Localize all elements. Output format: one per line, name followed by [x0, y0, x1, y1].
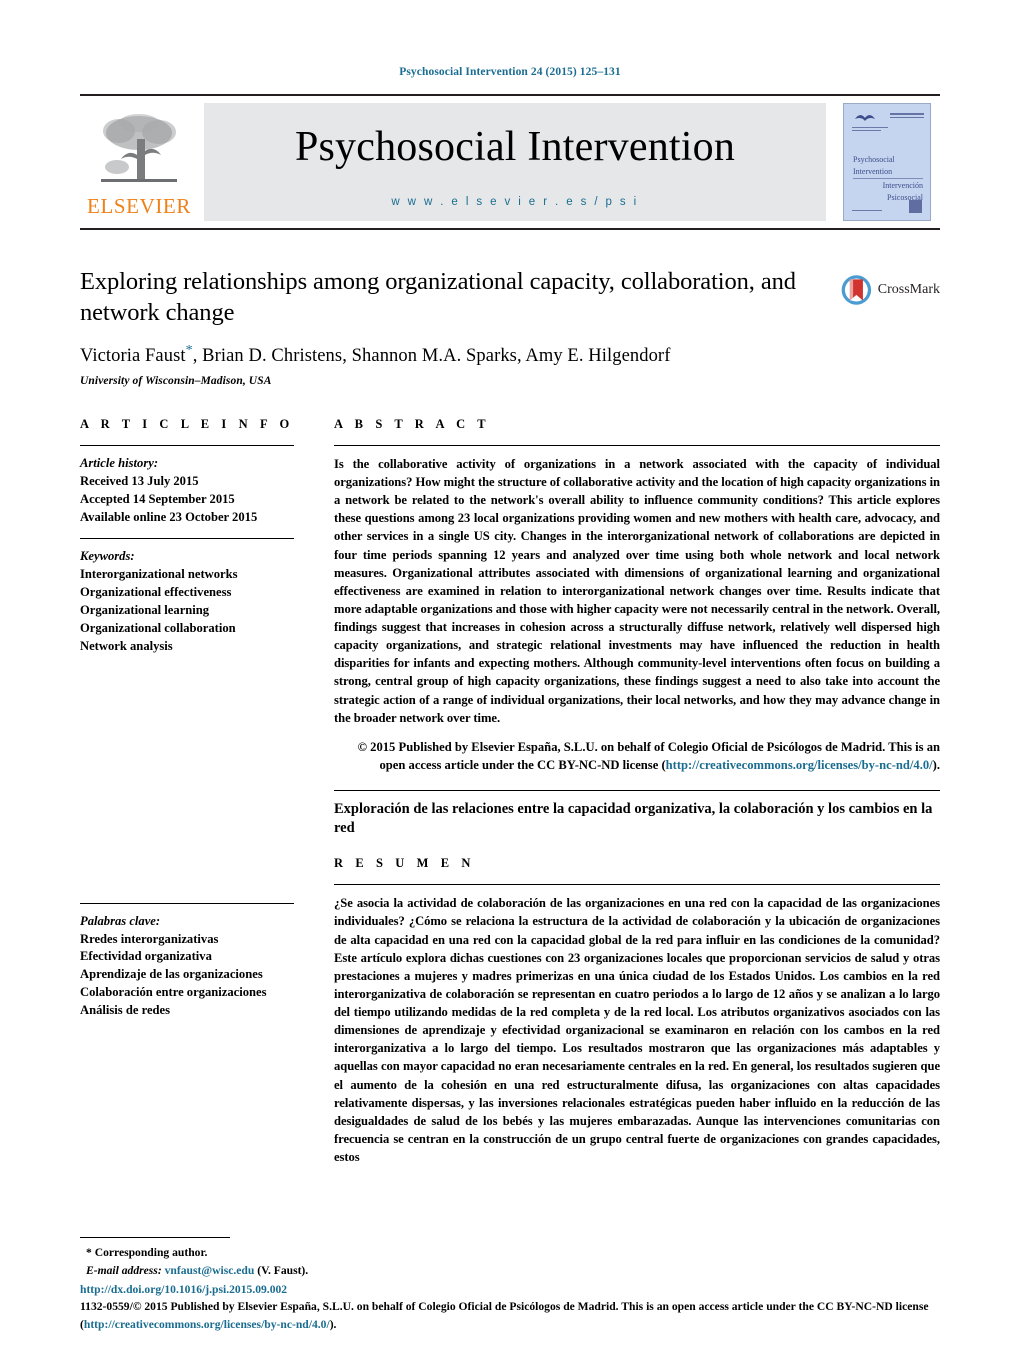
cover-bird-icon — [855, 115, 875, 121]
author-first: Victoria Faust — [80, 345, 186, 366]
journal-title-band: Psychosocial Intervention w w w . e l s … — [204, 103, 826, 221]
elsevier-wordmark: ELSEVIER — [87, 194, 191, 218]
email-note: E-mail address: vnfaust@wisc.edu (V. Fau… — [80, 1262, 940, 1279]
palabras-clave-list: Rredes interorganizativas Efectividad or… — [80, 931, 294, 1020]
list-item: Organizational collaboration — [80, 620, 236, 635]
divider — [80, 902, 294, 904]
abstract-region: A R T I C L E I N F O Article history: R… — [80, 417, 940, 1166]
email-person: (V. Faust). — [257, 1263, 309, 1277]
divider — [80, 538, 294, 540]
palabras-clave-label: Palabras clave: — [80, 913, 161, 928]
cc-license-link[interactable]: http://creativecommons.org/licenses/by-n… — [666, 758, 933, 772]
resumen-heading: R E S U M E N — [334, 856, 476, 871]
divider — [334, 444, 940, 446]
corresponding-author-marker[interactable]: * — [186, 343, 193, 358]
list-item: Organizational effectiveness — [80, 585, 232, 600]
license-paren-close: ). — [329, 1317, 337, 1331]
cover-elsevier-mark — [909, 200, 922, 213]
elsevier-tree-icon — [93, 109, 185, 195]
crossmark-badge[interactable]: CrossMark — [840, 268, 940, 312]
cover-title-line1: Psychosocial Intervention — [853, 154, 923, 180]
article-first-page: Psychosocial Intervention 24 (2015) 125–… — [0, 0, 1020, 1351]
divider — [334, 884, 940, 886]
article-title-area: Exploring relationships among organizati… — [80, 266, 940, 387]
abstract-copyright: © 2015 Published by Elsevier España, S.L… — [334, 738, 940, 774]
column-spacer — [80, 656, 294, 891]
page-title: Exploring relationships among organizati… — [80, 268, 796, 327]
list-item: Network analysis — [80, 638, 173, 653]
cover-title: Psychosocial Intervention Intervención P… — [853, 154, 923, 203]
history-accepted: Accepted 14 September 2015 — [80, 491, 235, 506]
list-item: Aprendizaje de las organizaciones — [80, 967, 263, 982]
keywords-label: Keywords: — [80, 549, 135, 564]
doi-link[interactable]: http://dx.doi.org/10.1016/j.psi.2015.09.… — [80, 1281, 960, 1298]
divider — [80, 444, 294, 446]
footnote-block: * Corresponding author. E-mail address: … — [80, 1237, 940, 1279]
keywords-list: Interorganizational networks Organizatio… — [80, 566, 294, 655]
issn-text: 1132-0559/© 2015 Published by Elsevier E… — [80, 1300, 929, 1314]
issn-copyright-line: 1132-0559/© 2015 Published by Elsevier E… — [80, 1298, 960, 1315]
journal-masthead: ELSEVIER Psychosocial Intervention w w w… — [80, 94, 940, 230]
list-item: Efectividad organizativa — [80, 949, 212, 964]
list-item: Análisis de redes — [80, 1003, 171, 1017]
cover-publisher-lines — [890, 113, 924, 120]
journal-cover-thumbnail: Psychosocial Intervention Intervención P… — [843, 103, 931, 221]
affiliation: University of Wisconsin–Madison, USA — [80, 374, 272, 387]
doi-block: http://dx.doi.org/10.1016/j.psi.2015.09.… — [80, 1281, 960, 1333]
elsevier-logo-block: ELSEVIER — [80, 96, 198, 228]
authors-remaining: , Brian D. Christens, Shannon M.A. Spark… — [192, 345, 671, 366]
resumen-text: ¿Se asocia la actividad de colaboración … — [334, 896, 940, 1164]
history-available-online: Available online 23 October 2015 — [80, 509, 258, 524]
divider — [334, 790, 940, 791]
author-list: Victoria Faust*, Brian D. Christens, Sha… — [80, 343, 940, 367]
cover-society-lines — [852, 127, 888, 133]
list-item: Rredes interorganizativas — [80, 931, 219, 946]
list-item: Colaboración entre organizaciones — [80, 985, 267, 1000]
cover-footer-lines — [852, 210, 882, 213]
list-item: Organizational learning — [80, 603, 210, 617]
spanish-title: Exploración de las relaciones entre la c… — [334, 801, 933, 837]
history-received: Received 13 July 2015 — [80, 473, 199, 488]
license-line: (http://creativecommons.org/licenses/by-… — [80, 1316, 960, 1333]
corresponding-author-note: * Corresponding author. — [86, 1246, 208, 1260]
article-info-heading: A R T I C L E I N F O — [80, 416, 294, 431]
email-label: E-mail address: — [86, 1263, 162, 1277]
journal-title: Psychosocial Intervention — [294, 124, 736, 170]
crossmark-icon — [841, 275, 872, 305]
abstract-column: A B S T R A C T Is the collaborative act… — [316, 417, 940, 1166]
list-item: Interorganizational networks — [80, 567, 238, 582]
abstract-heading: A B S T R A C T — [334, 416, 491, 431]
running-head: Psychosocial Intervention 24 (2015) 125–… — [399, 66, 621, 78]
footnote-divider — [80, 1237, 230, 1239]
copyright-paren-close: ). — [932, 757, 940, 772]
abstract-text: Is the collaborative activity of organiz… — [334, 456, 940, 725]
article-info-column: A R T I C L E I N F O Article history: R… — [80, 417, 316, 1020]
journal-cover-block: Psychosocial Intervention Intervención P… — [834, 96, 940, 228]
article-history-label: Article history: — [80, 455, 159, 470]
email-link[interactable]: vnfaust@wisc.edu — [165, 1264, 255, 1277]
crossmark-label: CrossMark — [877, 282, 940, 297]
license-link[interactable]: http://creativecommons.org/licenses/by-n… — [84, 1318, 330, 1331]
journal-homepage-link[interactable]: w w w . e l s e v i e r . e s / p s i — [391, 196, 638, 208]
